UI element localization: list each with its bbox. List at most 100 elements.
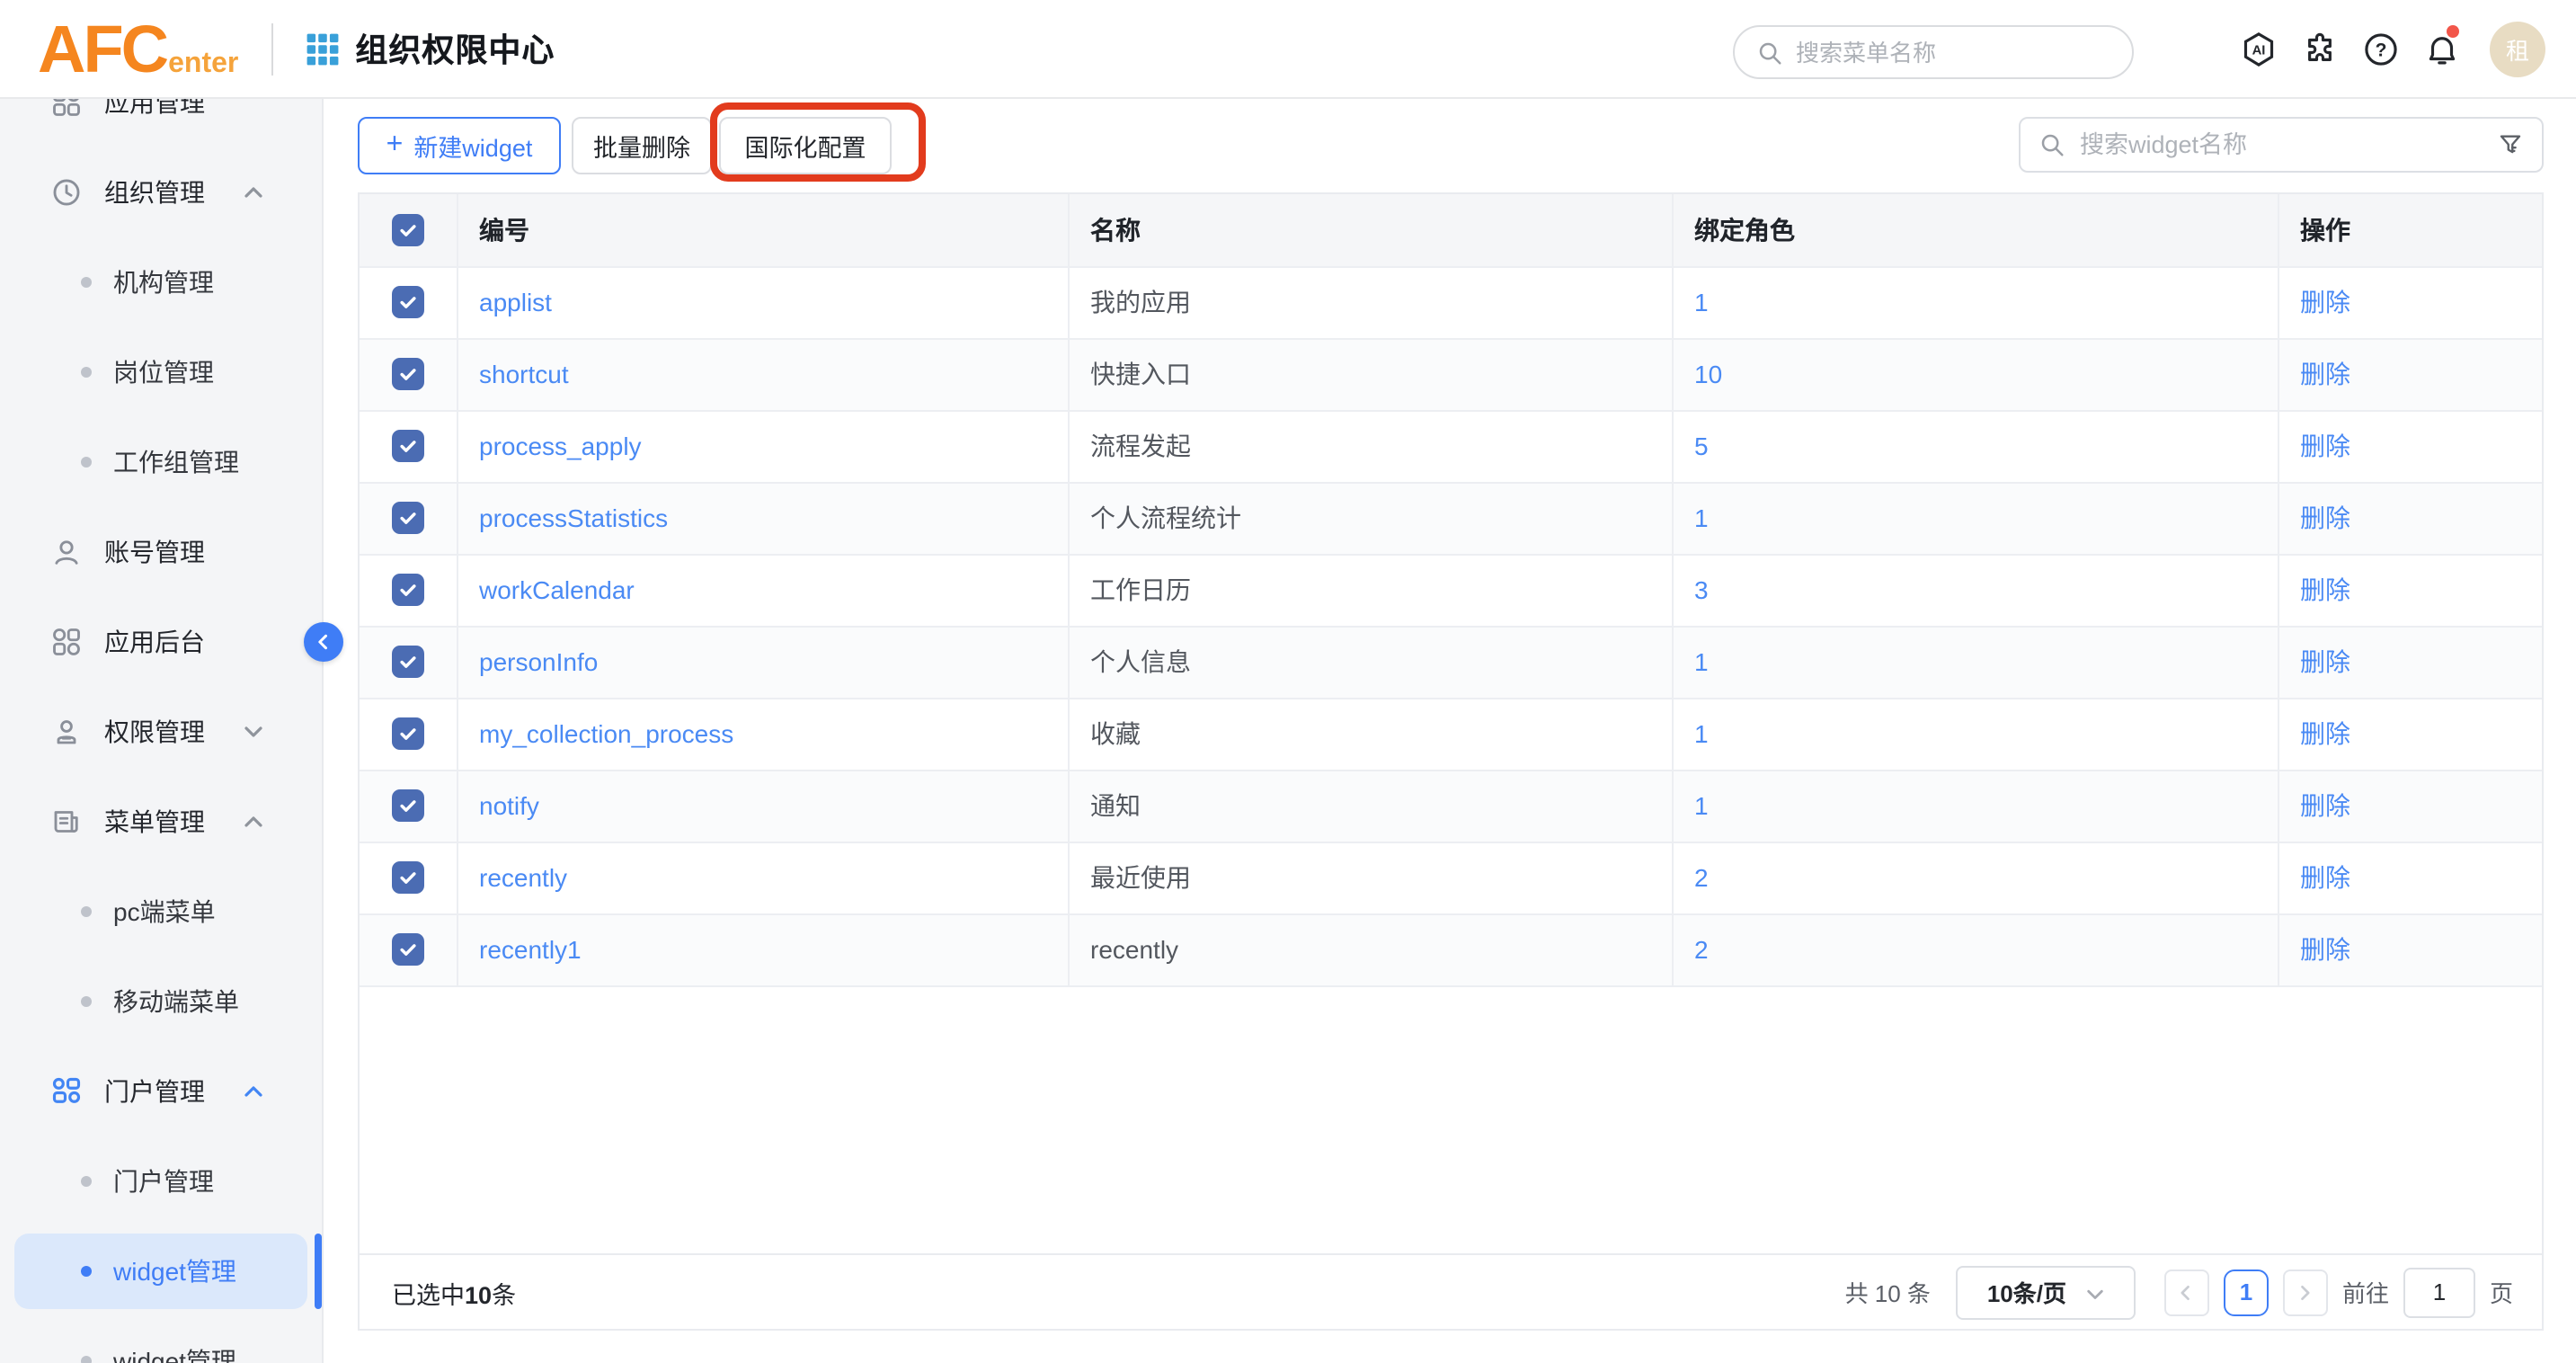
table-row: notify 通知 1 删除 xyxy=(360,770,2542,842)
plus-icon: + xyxy=(386,129,404,162)
total-count: 共 10 条 xyxy=(1845,1275,1931,1309)
help-icon[interactable]: ? xyxy=(2362,31,2400,68)
new-widget-button[interactable]: + 新建widget xyxy=(358,117,561,174)
page-size-select[interactable]: 10条/页 xyxy=(1956,1265,2136,1319)
selection-suffix: 条 xyxy=(492,1281,516,1308)
avatar[interactable]: 租 xyxy=(2490,22,2545,77)
select-all-checkbox[interactable] xyxy=(392,214,424,246)
main-content: + 新建widget 批量删除 国际化配置 xyxy=(324,99,2576,1363)
widget-id-link[interactable]: workCalendar xyxy=(479,575,635,604)
menu-doc-icon xyxy=(50,806,83,838)
widget-name: 快捷入口 xyxy=(1090,360,1191,388)
widget-id-link[interactable]: processStatistics xyxy=(479,503,668,532)
sidebar-item-institution-mgmt[interactable]: 机构管理 xyxy=(0,237,322,327)
plugin-icon[interactable] xyxy=(2301,31,2339,68)
widget-id-link[interactable]: my_collection_process xyxy=(479,719,733,748)
bound-roles-link[interactable]: 1 xyxy=(1694,719,1709,748)
sidebar-item-label: widget管理 xyxy=(113,1253,236,1289)
table-row: processStatistics 个人流程统计 1 删除 xyxy=(360,482,2542,554)
apps-icon xyxy=(50,99,83,119)
bound-roles-link[interactable]: 5 xyxy=(1694,432,1709,460)
next-page-button[interactable] xyxy=(2283,1269,2328,1315)
goto-page-input[interactable] xyxy=(2403,1267,2475,1317)
bound-roles-link[interactable]: 3 xyxy=(1694,575,1709,604)
sidebar-item-org-mgmt[interactable]: 组织管理 xyxy=(0,147,322,237)
sidebar-item-account-mgmt[interactable]: 账号管理 xyxy=(0,507,322,597)
afcenter-logo: AFC enter xyxy=(38,15,238,82)
delete-link[interactable]: 删除 xyxy=(2300,360,2350,388)
sidebar-item-label: 权限管理 xyxy=(104,714,205,750)
sidebar-item-mobile-menu[interactable]: 移动端菜单 xyxy=(0,957,322,1047)
delete-link[interactable]: 删除 xyxy=(2300,575,2350,604)
row-checkbox[interactable] xyxy=(392,574,424,606)
delete-link[interactable]: 删除 xyxy=(2300,288,2350,316)
batch-delete-button[interactable]: 批量删除 xyxy=(572,117,712,174)
sidebar-collapse-button[interactable] xyxy=(304,622,343,662)
bound-roles-link[interactable]: 1 xyxy=(1694,288,1709,316)
column-header-id: 编号 xyxy=(457,194,1068,266)
row-checkbox[interactable] xyxy=(392,933,424,966)
sidebar-item-portal-mgmt-sub[interactable]: 门户管理 xyxy=(0,1136,322,1226)
current-page-button[interactable]: 1 xyxy=(2224,1269,2269,1315)
delete-link[interactable]: 删除 xyxy=(2300,935,2350,964)
sidebar-item-portal-mgmt[interactable]: 门户管理 xyxy=(0,1047,322,1136)
bound-roles-link[interactable]: 2 xyxy=(1694,863,1709,892)
widget-id-link[interactable]: notify xyxy=(479,791,539,820)
delete-link[interactable]: 删除 xyxy=(2300,503,2350,532)
widget-id-link[interactable]: personInfo xyxy=(479,647,598,676)
sidebar-item-pc-menu[interactable]: pc端菜单 xyxy=(0,867,322,957)
sidebar-item-widget-mgmt[interactable]: widget管理 xyxy=(0,1226,322,1316)
delete-link[interactable]: 删除 xyxy=(2300,432,2350,460)
delete-link[interactable]: 删除 xyxy=(2300,719,2350,748)
logo-text-secondary: enter xyxy=(168,48,238,80)
widget-search-box[interactable] xyxy=(2019,117,2544,173)
row-checkbox[interactable] xyxy=(392,789,424,822)
i18n-config-button[interactable]: 国际化配置 xyxy=(719,117,892,174)
sidebar-item-widget-mgmt-2[interactable]: widget管理 xyxy=(0,1316,322,1363)
delete-link[interactable]: 删除 xyxy=(2300,791,2350,820)
bullet-icon xyxy=(81,1356,92,1363)
bound-roles-link[interactable]: 1 xyxy=(1694,647,1709,676)
logo-text-primary: AFC xyxy=(38,15,166,82)
ai-assistant-icon[interactable]: AI xyxy=(2240,31,2278,68)
prev-page-button[interactable] xyxy=(2164,1269,2209,1315)
filter-funnel-icon[interactable] xyxy=(2497,131,2524,158)
bound-roles-link[interactable]: 1 xyxy=(1694,503,1709,532)
widget-id-link[interactable]: recently xyxy=(479,863,567,892)
sidebar-item-workgroup-mgmt[interactable]: 工作组管理 xyxy=(0,417,322,507)
row-checkbox[interactable] xyxy=(392,502,424,534)
delete-link[interactable]: 删除 xyxy=(2300,863,2350,892)
sidebar-item-menu-mgmt[interactable]: 菜单管理 xyxy=(0,777,322,867)
menu-search-input[interactable] xyxy=(1796,39,2112,66)
sidebar-item-position-mgmt[interactable]: 岗位管理 xyxy=(0,327,322,417)
sidebar-active-indicator xyxy=(315,1234,322,1309)
widget-search-input[interactable] xyxy=(2080,131,2483,158)
menu-search-box[interactable] xyxy=(1733,25,2134,79)
row-checkbox[interactable] xyxy=(392,717,424,750)
user-icon xyxy=(50,536,83,568)
bound-roles-link[interactable]: 2 xyxy=(1694,935,1709,964)
bound-roles-link[interactable]: 10 xyxy=(1694,360,1722,388)
table-body: applist 我的应用 1 删除 shortcut 快捷入口 10 删除 pr… xyxy=(360,266,2542,985)
widget-id-link[interactable]: applist xyxy=(479,288,552,316)
sidebar-item-app-backend[interactable]: 应用后台 xyxy=(0,597,322,687)
widget-id-link[interactable]: recently1 xyxy=(479,935,582,964)
row-checkbox[interactable] xyxy=(392,286,424,318)
row-checkbox[interactable] xyxy=(392,358,424,390)
chevron-down-icon xyxy=(243,721,264,743)
widget-id-link[interactable]: shortcut xyxy=(479,360,569,388)
sidebar-item-permission-mgmt[interactable]: 权限管理 xyxy=(0,687,322,777)
delete-link[interactable]: 删除 xyxy=(2300,647,2350,676)
widget-id-link[interactable]: process_apply xyxy=(479,432,642,460)
bullet-icon xyxy=(81,996,92,1007)
row-checkbox[interactable] xyxy=(392,646,424,678)
sidebar-item-app-mgmt[interactable]: 应用管理 xyxy=(0,99,322,147)
sidebar-item-label: 门户管理 xyxy=(104,1073,205,1109)
row-checkbox[interactable] xyxy=(392,430,424,462)
bound-roles-link[interactable]: 1 xyxy=(1694,791,1709,820)
header-actions: AI ? 租 xyxy=(2240,0,2545,99)
notification-bell-icon[interactable] xyxy=(2423,31,2461,68)
sidebar-item-label: 岗位管理 xyxy=(113,354,214,390)
row-checkbox[interactable] xyxy=(392,861,424,894)
goto-label: 前往 xyxy=(2342,1275,2389,1309)
